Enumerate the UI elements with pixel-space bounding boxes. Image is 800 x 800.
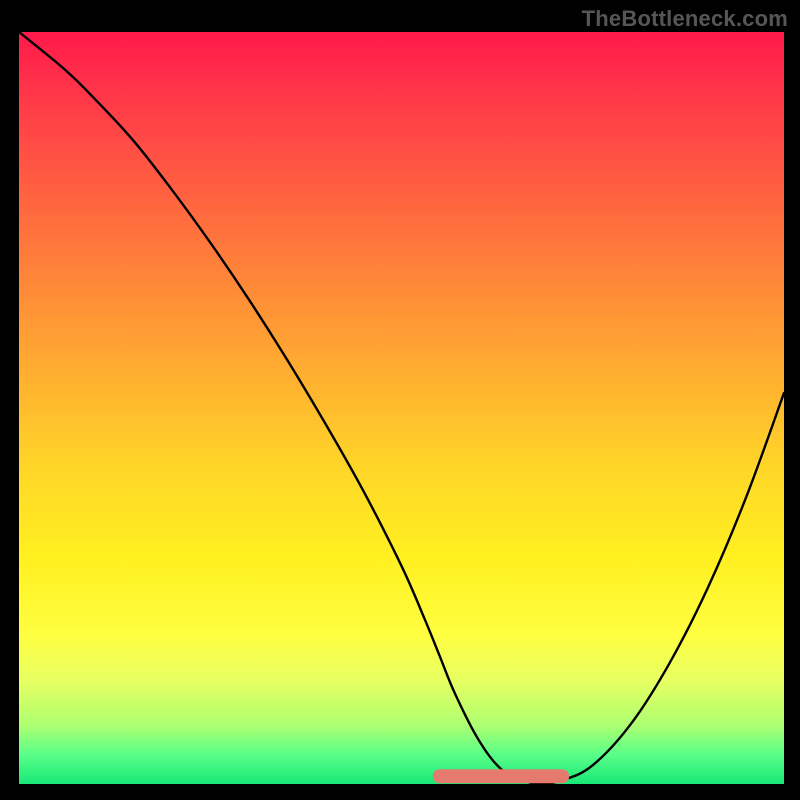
chart-container: TheBottleneck.com — [0, 0, 800, 800]
watermark-text: TheBottleneck.com — [582, 6, 788, 32]
chart-svg — [19, 32, 784, 784]
plot-area — [19, 32, 784, 784]
main-curve-path — [19, 32, 784, 784]
